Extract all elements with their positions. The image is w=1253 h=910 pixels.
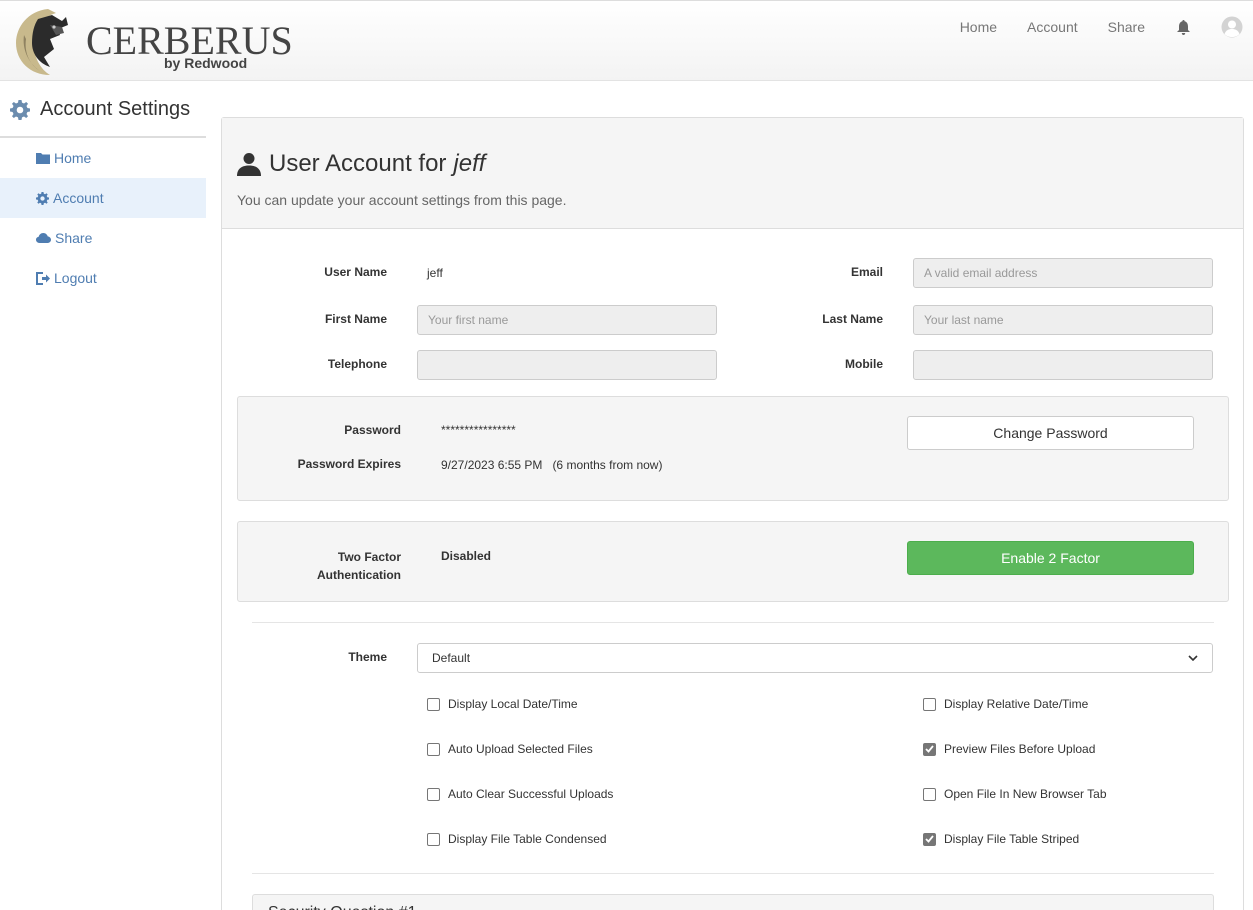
option-relative-datetime[interactable]: Display Relative Date/Time xyxy=(923,697,1088,711)
password-value: **************** xyxy=(441,423,516,437)
user-icon xyxy=(237,153,261,176)
brand-subtitle: by Redwood xyxy=(164,55,248,71)
page-title: User Account for jeff xyxy=(237,150,1243,178)
password-section: Password **************** Password Expir… xyxy=(237,396,1229,501)
cerberus-emblem-icon xyxy=(16,9,68,75)
password-expires-label: Password Expires xyxy=(297,457,401,471)
checkbox[interactable] xyxy=(427,787,440,801)
option-local-datetime[interactable]: Display Local Date/Time xyxy=(427,697,578,711)
user-avatar-icon[interactable] xyxy=(1221,16,1243,38)
cerberus-logo[interactable]: CERBERUS by Redwood xyxy=(10,5,293,79)
panel-header: User Account for jeff You can update you… xyxy=(222,118,1243,229)
sidebar-title: Account Settings xyxy=(10,98,190,121)
password-expires-value: 9/27/2023 6:55 PM (6 months from now) xyxy=(441,458,663,472)
chevron-down-icon xyxy=(1188,655,1198,661)
bell-icon[interactable] xyxy=(1175,18,1191,36)
folder-icon xyxy=(36,153,50,164)
password-label: Password xyxy=(344,423,401,437)
sidebar-item-label: Logout xyxy=(54,270,97,286)
two-factor-status: Disabled xyxy=(441,549,492,563)
last-name-field[interactable]: Your last name xyxy=(913,305,1213,335)
sidebar-item-home[interactable]: Home xyxy=(0,138,206,178)
sidebar-item-label: Home xyxy=(54,150,92,166)
theme-select[interactable]: Default xyxy=(417,643,1213,673)
two-factor-label: Two Factor Authentication xyxy=(317,550,401,582)
user-name-value: jeff xyxy=(427,266,443,280)
checkmark-icon xyxy=(925,745,934,753)
divider xyxy=(252,622,1214,623)
sidebar-item-logout[interactable]: Logout xyxy=(0,258,206,298)
checkbox[interactable] xyxy=(427,697,440,711)
first-name-label: First Name xyxy=(324,312,387,326)
top-nav: Home Account Share xyxy=(960,1,1253,53)
nav-account[interactable]: Account xyxy=(1027,19,1078,35)
nav-home[interactable]: Home xyxy=(960,19,997,35)
sidebar-menu: Home Account Share Logout xyxy=(0,138,206,298)
two-factor-section: Two Factor Authentication Disabled Enable… xyxy=(237,521,1229,602)
checkmark-icon xyxy=(925,835,934,843)
page-title-username: jeff xyxy=(453,150,486,177)
option-open-new-tab[interactable]: Open File In New Browser Tab xyxy=(923,787,1107,801)
last-name-label: Last Name xyxy=(822,312,883,326)
checkbox[interactable] xyxy=(923,787,936,801)
option-table-condensed[interactable]: Display File Table Condensed xyxy=(427,832,607,846)
mobile-field[interactable] xyxy=(913,350,1213,380)
nav-share[interactable]: Share xyxy=(1108,19,1145,35)
checkbox-checked[interactable] xyxy=(923,832,936,846)
top-navbar: CERBERUS by Redwood Home Account Share xyxy=(0,0,1253,81)
gear-icon xyxy=(10,99,30,120)
option-auto-upload[interactable]: Auto Upload Selected Files xyxy=(427,742,593,756)
cloud-icon xyxy=(36,233,51,243)
checkbox[interactable] xyxy=(923,697,936,711)
logout-icon xyxy=(36,271,50,285)
change-password-button[interactable]: Change Password xyxy=(907,416,1194,450)
mobile-label: Mobile xyxy=(845,357,883,371)
option-auto-clear[interactable]: Auto Clear Successful Uploads xyxy=(427,787,613,801)
user-name-label: User Name xyxy=(324,265,387,279)
sidebar-item-label: Account xyxy=(53,190,104,206)
page-title-text: User Account for xyxy=(269,150,447,177)
sidebar-item-share[interactable]: Share xyxy=(0,218,206,258)
enable-2-factor-button[interactable]: Enable 2 Factor xyxy=(907,541,1194,575)
theme-selected-value: Default xyxy=(432,651,471,665)
account-panel: User Account for jeff You can update you… xyxy=(221,117,1244,910)
sidebar-item-label: Share xyxy=(55,230,93,246)
page-subtitle: You can update your account settings fro… xyxy=(237,192,567,208)
first-name-field[interactable]: Your first name xyxy=(417,305,717,335)
security-question-panel: Security Question #1 xyxy=(252,894,1214,910)
theme-label: Theme xyxy=(348,650,387,664)
security-question-title: Security Question #1 xyxy=(253,895,1213,910)
checkbox[interactable] xyxy=(427,742,440,756)
checkbox-checked[interactable] xyxy=(923,742,936,756)
option-table-striped[interactable]: Display File Table Striped xyxy=(923,832,1079,846)
divider xyxy=(252,873,1214,874)
telephone-label: Telephone xyxy=(327,357,387,371)
sidebar-item-account[interactable]: Account xyxy=(0,178,206,218)
checkbox[interactable] xyxy=(427,832,440,846)
telephone-field[interactable] xyxy=(417,350,717,380)
email-field[interactable]: A valid email address xyxy=(913,258,1213,288)
email-label: Email xyxy=(850,265,883,279)
gear-icon xyxy=(36,191,49,205)
sidebar-title-text: Account Settings xyxy=(40,98,191,120)
option-preview-files[interactable]: Preview Files Before Upload xyxy=(923,742,1095,756)
